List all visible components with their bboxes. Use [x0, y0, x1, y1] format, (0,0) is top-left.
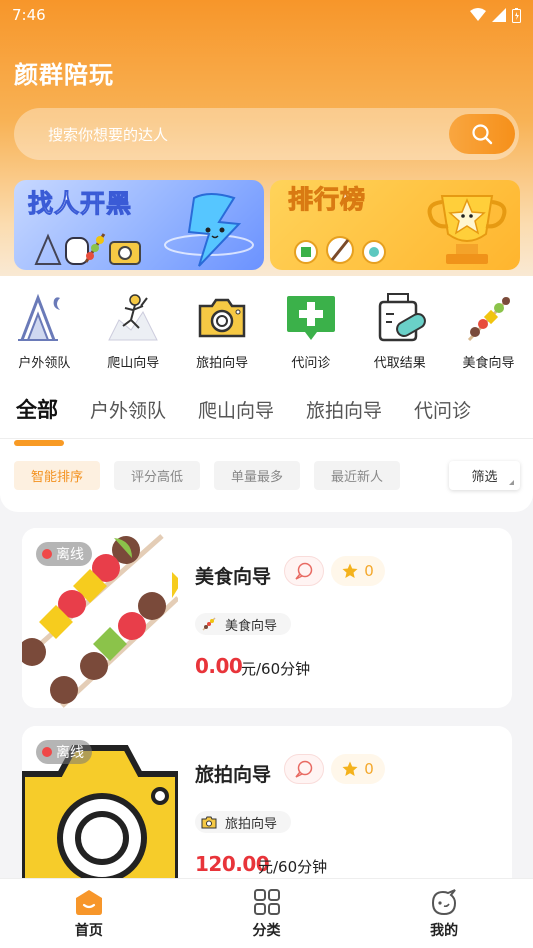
tab-travel-photo-guide[interactable]: 旅拍向导 [306, 390, 382, 429]
rank-medals-illustration [294, 236, 386, 264]
search-input[interactable]: 搜索你想要的达人 [48, 124, 168, 145]
profile-icon [432, 889, 457, 916]
nav-home[interactable]: 首页 [0, 879, 178, 948]
rating-pill: 0 [331, 556, 385, 586]
lightning-mascot-icon [164, 193, 254, 267]
active-tab-indicator [14, 440, 64, 446]
skewer-icon [467, 296, 510, 342]
app-title: 颜群陪玩 [14, 61, 114, 89]
chat-button[interactable] [284, 556, 324, 586]
camera-icon [198, 298, 246, 338]
home-icon [75, 890, 102, 915]
skewer-icon [202, 617, 216, 631]
filter-button[interactable]: 筛选 [449, 461, 520, 490]
category-item-fetch-results[interactable]: 代取结果 [355, 288, 444, 378]
tab-outdoor-leader[interactable]: 户外领队 [90, 390, 166, 429]
listing-image: 离线 [22, 528, 178, 708]
listing-name: 旅拍向导 [195, 764, 272, 786]
nav-category[interactable]: 分类 [178, 879, 356, 948]
banner-title: 找人开黑 [27, 189, 133, 219]
sort-chip-rating[interactable]: 评分高低 [114, 461, 201, 490]
chat-bubble-icon [295, 562, 313, 580]
sort-chip-smart[interactable]: 智能排序 [14, 461, 101, 490]
category-label: 旅拍向导 [196, 356, 249, 371]
sort-chip-newest[interactable]: 最近新人 [314, 461, 401, 490]
star-icon [342, 563, 358, 578]
trophy-icon [427, 195, 507, 264]
status-time: 7:46 [12, 6, 46, 24]
pill-bottle-icon [378, 293, 426, 342]
star-icon [342, 761, 358, 776]
find-teammate-banner[interactable]: 找人开黑 [14, 180, 264, 270]
category-item-travel-photo-guide[interactable]: 旅拍向导 [178, 288, 267, 378]
sort-filters: 智能排序 评分高低 单量最多 最近新人 [14, 461, 401, 490]
search-icon [472, 124, 493, 145]
rating-pill: 0 [331, 754, 385, 784]
price-unit: 元/60分钟 [258, 858, 328, 876]
wifi-icon [470, 8, 486, 21]
camera-icon [201, 816, 217, 829]
banner-title: 排行榜 [287, 185, 367, 215]
category-label: 爬山向导 [107, 356, 160, 371]
rating-value: 0 [364, 562, 374, 580]
ranking-banner[interactable]: 排行榜 [270, 180, 520, 270]
category-item-outdoor-leader[interactable]: 户外领队 [0, 288, 89, 378]
tab-proxy-consult[interactable]: 代问诊 [414, 390, 471, 429]
battery-icon [512, 7, 521, 23]
category-item-food-guide[interactable]: 美食向导 [444, 288, 533, 378]
medical-chat-icon [286, 296, 335, 340]
search-bar[interactable]: 搜索你想要的达人 [14, 108, 519, 160]
search-button[interactable] [449, 114, 515, 154]
bottom-navigation: 首页 分类 我的 [0, 878, 533, 948]
tent-icon [18, 293, 61, 341]
offline-dot-icon [42, 549, 52, 559]
corner-triangle-icon [509, 480, 514, 485]
category-label: 美食向导 [462, 356, 515, 371]
sort-chip-most-orders[interactable]: 单量最多 [214, 461, 301, 490]
price-unit: 元/60分钟 [241, 660, 311, 678]
chat-bubble-icon [295, 760, 313, 778]
status-badge: 离线 [36, 542, 92, 566]
nav-label: 我的 [430, 923, 459, 939]
outdoor-icons-illustration [34, 233, 141, 265]
tab-climbing-guide[interactable]: 爬山向导 [198, 390, 274, 429]
status-text: 离线 [56, 547, 84, 563]
tab-all[interactable]: 全部 [16, 388, 58, 430]
tabs-divider [0, 438, 533, 439]
status-bar: 7:46 [0, 0, 533, 30]
offline-dot-icon [42, 747, 52, 757]
listing-card[interactable]: 离线 美食向导 0 美食向导 0.00 元/60分钟 [22, 528, 512, 708]
status-badge: 离线 [36, 740, 92, 764]
category-row: 户外领队 爬山向导 旅拍向导 代问诊 代取结果 美食向导 [0, 288, 533, 378]
climber-icon [108, 294, 159, 341]
category-label: 户外领队 [18, 356, 71, 371]
filter-button-label: 筛选 [471, 470, 498, 485]
category-tag: 旅拍向导 [195, 811, 292, 833]
grid-icon [253, 889, 280, 915]
category-tag-label: 旅拍向导 [225, 816, 278, 832]
nav-label: 分类 [252, 923, 281, 939]
rating-value: 0 [364, 760, 374, 778]
status-text: 离线 [56, 745, 84, 761]
chat-button[interactable] [284, 754, 324, 784]
price: 0.00 [195, 654, 243, 678]
category-item-proxy-consult[interactable]: 代问诊 [266, 288, 355, 378]
category-tag: 美食向导 [195, 613, 292, 635]
listing-name: 美食向导 [195, 566, 272, 588]
signal-icon [492, 8, 506, 22]
category-label: 代取结果 [373, 356, 426, 371]
category-tabs: 全部 户外领队 爬山向导 旅拍向导 代问诊 [0, 388, 533, 438]
category-label: 代问诊 [291, 356, 331, 371]
nav-label: 首页 [74, 923, 103, 939]
nav-profile[interactable]: 我的 [355, 879, 533, 948]
category-item-climbing-guide[interactable]: 爬山向导 [89, 288, 178, 378]
category-tag-label: 美食向导 [225, 618, 278, 634]
